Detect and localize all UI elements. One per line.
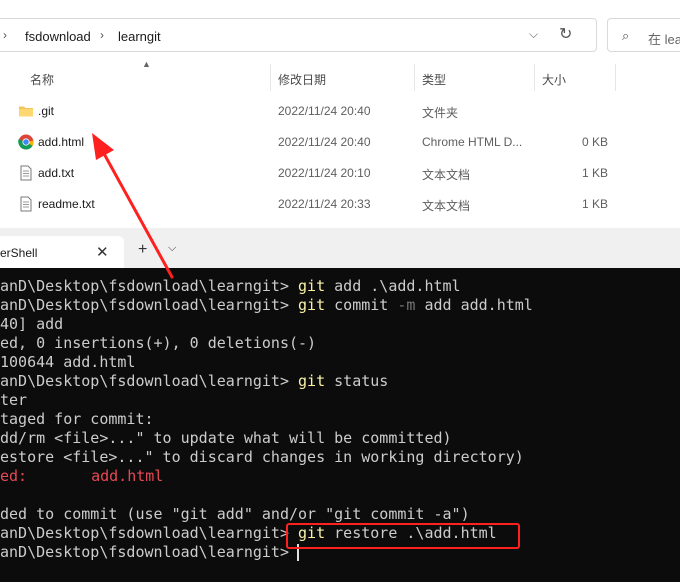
folder-icon — [19, 106, 33, 117]
file-size: 0 KB — [581, 135, 608, 149]
tab-powershell[interactable]: erShell ✕ — [0, 236, 124, 268]
terminal-line: ed, 0 insertions(+), 0 deletions(-) — [0, 334, 317, 352]
terminal-line: ter — [0, 391, 28, 409]
modified-file: add.html — [91, 467, 164, 485]
terminal-line: ed: add.html — [0, 467, 163, 486]
file-row[interactable]: add.html 2022/11/24 20:40 Chrome HTML D.… — [0, 127, 680, 158]
prompt: anD\Desktop\fsdownload\learngit> — [0, 543, 299, 561]
refresh-icon[interactable]: ↻ — [559, 24, 572, 44]
chevron-right-icon: › — [3, 28, 7, 42]
command-args: add .\add.html — [325, 277, 461, 295]
command-args: commit — [325, 296, 398, 314]
prompt: anD\Desktop\fsdownload\learngit> — [0, 296, 299, 314]
file-name: add.html — [38, 135, 85, 149]
command-args: status — [325, 372, 389, 390]
file-name: add.txt — [38, 166, 75, 180]
file-date: 2022/11/24 20:40 — [278, 135, 371, 149]
search-input[interactable]: ⌕ 在 lea — [607, 18, 680, 52]
search-placeholder: 在 lea — [648, 32, 680, 47]
chevron-down-icon[interactable]: ⌵ — [168, 242, 176, 255]
command: git — [298, 372, 326, 390]
file-row[interactable]: .git 2022/11/24 20:40 文件夹 — [0, 96, 680, 127]
file-row[interactable]: add.txt 2022/11/24 20:10 文本文档 1 KB — [0, 158, 680, 189]
command-args: add add.html — [415, 296, 533, 314]
command-flag: -m — [397, 296, 416, 314]
command: git — [298, 277, 326, 295]
column-header-type[interactable]: 类型 — [422, 71, 446, 88]
tab-strip: erShell ✕ + ⌵ — [0, 228, 680, 268]
terminal-line: anD\Desktop\fsdownload\learngit> — [0, 543, 298, 562]
file-type: 文本文档 — [422, 199, 471, 213]
chrome-icon — [18, 134, 34, 150]
file-date: 2022/11/24 20:33 — [278, 197, 371, 211]
file-row[interactable]: readme.txt 2022/11/24 20:33 文本文档 1 KB — [0, 189, 680, 220]
file-type: Chrome HTML D... — [422, 135, 523, 149]
text-file-icon — [20, 196, 32, 212]
column-divider[interactable] — [270, 64, 271, 91]
file-size: 1 KB — [581, 197, 608, 211]
tab-title: erShell — [0, 246, 38, 260]
prompt: anD\Desktop\fsdownload\learngit> — [0, 372, 299, 390]
chevron-down-icon[interactable]: ⌵ — [529, 27, 538, 42]
status-label: ed: — [0, 467, 28, 485]
breadcrumb-item[interactable]: fsdownload — [25, 29, 91, 44]
terminal-line: estore <file>..." to discard changes in … — [0, 448, 524, 466]
prompt: anD\Desktop\fsdownload\learngit> — [0, 277, 299, 295]
chevron-right-icon: › — [100, 28, 104, 42]
close-icon[interactable]: ✕ — [96, 243, 109, 261]
file-type: 文本文档 — [422, 168, 471, 182]
column-divider[interactable] — [534, 64, 535, 91]
command: git — [298, 296, 326, 314]
file-size: 1 KB — [581, 166, 608, 180]
prompt: anD\Desktop\fsdownload\learngit> — [0, 524, 299, 542]
text-file-icon — [20, 165, 32, 181]
breadcrumb-item[interactable]: learngit — [118, 29, 161, 44]
terminal-line: anD\Desktop\fsdownload\learngit> git add… — [0, 277, 461, 296]
file-date: 2022/11/24 20:40 — [278, 104, 371, 118]
column-header-size[interactable]: 大小 — [542, 71, 566, 88]
new-tab-button[interactable]: + — [138, 241, 147, 259]
column-header-name[interactable]: 名称 — [30, 71, 54, 88]
terminal-line: taged for commit: — [0, 410, 154, 428]
terminal-line: 40] add — [0, 315, 64, 333]
file-explorer-window: › fsdownload › learngit ⌵ ↻ ⌕ 在 lea ▲ 名称… — [0, 0, 680, 228]
column-header-date[interactable]: 修改日期 — [278, 71, 326, 88]
address-bar[interactable]: › fsdownload › learngit ⌵ ↻ — [0, 18, 597, 52]
sort-ascending-icon: ▲ — [142, 59, 151, 69]
file-date: 2022/11/24 20:10 — [278, 166, 371, 180]
terminal-line: anD\Desktop\fsdownload\learngit> git sta… — [0, 372, 388, 391]
column-divider[interactable] — [414, 64, 415, 91]
terminal-line: anD\Desktop\fsdownload\learngit> git com… — [0, 296, 533, 315]
highlight-box — [286, 523, 520, 549]
terminal-line: ded to commit (use "git add" and/or "git… — [0, 505, 470, 523]
file-name: readme.txt — [38, 197, 95, 211]
file-name: .git — [38, 104, 55, 118]
search-icon: ⌕ — [622, 28, 630, 43]
column-divider[interactable] — [615, 64, 616, 91]
terminal-line: dd/rm <file>..." to update what will be … — [0, 429, 452, 447]
terminal-line: 100644 add.html — [0, 353, 136, 371]
file-type: 文件夹 — [422, 106, 459, 120]
